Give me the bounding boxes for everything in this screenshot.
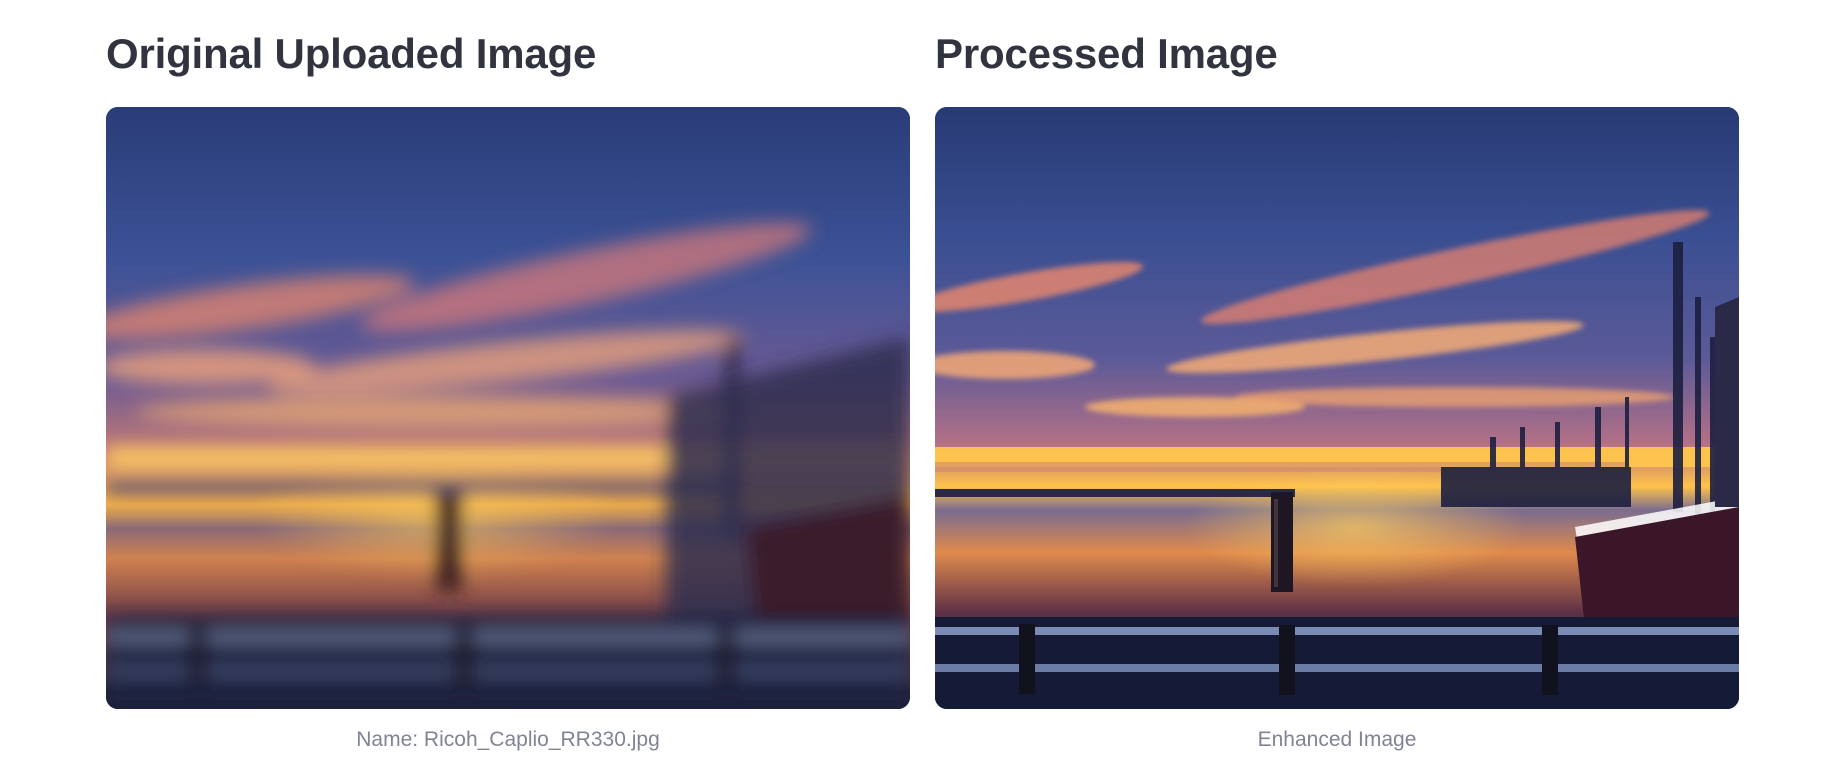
- original-image-caption: Name: Ricoh_Caplio_RR330.jpg: [356, 728, 660, 751]
- enhanced-sunset-photo: [935, 107, 1739, 709]
- comparison-page: Original Uploaded Image Name: Ricoh_Capl…: [0, 0, 1841, 779]
- processed-image-title: Processed Image: [935, 30, 1278, 77]
- original-sunset-photo: [106, 107, 910, 709]
- original-image: [106, 107, 910, 709]
- processed-image: [935, 107, 1739, 709]
- processed-image-caption: Enhanced Image: [1257, 728, 1417, 751]
- original-image-title: Original Uploaded Image: [106, 30, 597, 77]
